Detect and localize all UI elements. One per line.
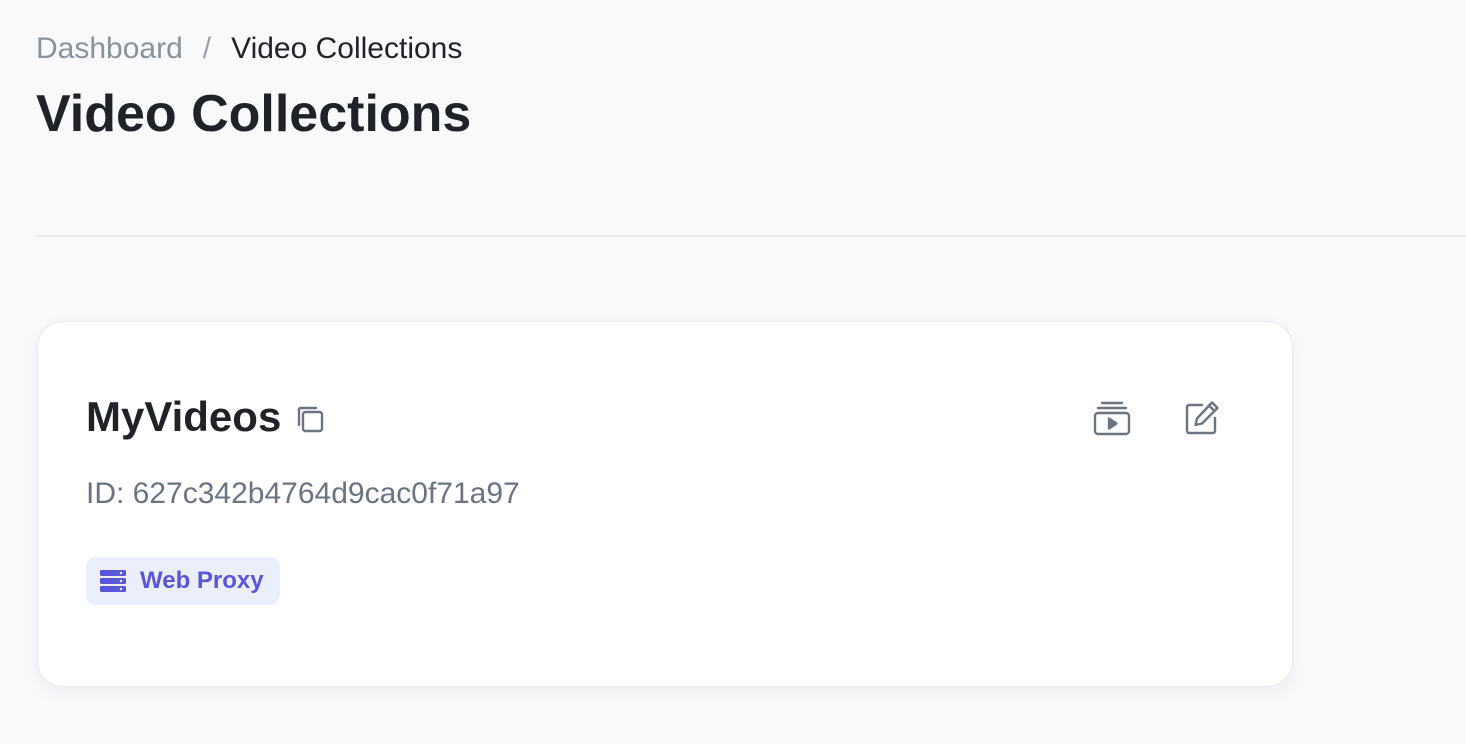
page-title: Video Collections	[36, 85, 472, 143]
header-divider	[36, 235, 1466, 237]
edit-icon[interactable]	[1182, 398, 1222, 438]
breadcrumb-current: Video Collections	[231, 32, 463, 65]
copy-icon[interactable]	[293, 402, 327, 436]
collection-actions	[1092, 398, 1222, 438]
collection-card: MyVideos ID: 627c342b4764d9cac0f71a97 We…	[37, 321, 1293, 687]
tag-label: Web Proxy	[140, 567, 264, 594]
collection-id: ID: 627c342b4764d9cac0f71a97	[86, 477, 520, 510]
breadcrumb-dashboard-link[interactable]: Dashboard	[36, 30, 183, 68]
breadcrumb-separator: /	[202, 32, 212, 65]
web-proxy-tag: Web Proxy	[86, 557, 280, 605]
breadcrumb: Dashboard / Video Collections	[36, 30, 462, 68]
server-icon	[100, 570, 126, 592]
collection-name: MyVideos	[86, 393, 282, 440]
video-library-icon[interactable]	[1092, 398, 1132, 438]
collection-title-row: MyVideos	[86, 392, 327, 442]
video-collections-page: Dashboard / Video Collections Video Coll…	[0, 0, 1466, 744]
